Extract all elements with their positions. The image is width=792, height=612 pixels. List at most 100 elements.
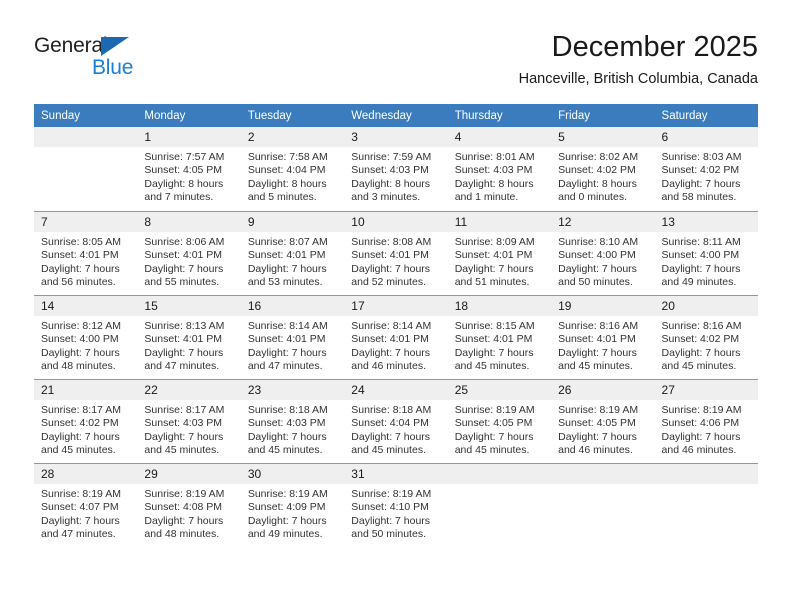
calendar-day[interactable]: 22 Sunrise: 8:17 AM Sunset: 4:03 PM Dayligh…: [137, 379, 241, 463]
daylight-duration-line2: and 45 minutes.: [247, 444, 323, 457]
calendar-cell: [551, 463, 655, 547]
sunrise-time: Sunrise: 8:18 AM: [351, 404, 432, 416]
calendar-day[interactable]: 21 Sunrise: 8:17 AM Sunset: 4:02 PM Dayligh…: [34, 379, 138, 463]
sunrise-time: Sunrise: 7:59 AM: [351, 151, 432, 163]
calendar-day[interactable]: 16 Sunrise: 8:14 AM Sunset: 4:01 PM Dayligh…: [240, 295, 345, 379]
day-sun-info: Sunrise: 8:10 AM Sunset: 4:00 PM Daylight:…: [551, 232, 654, 290]
sunrise-time: Sunrise: 8:01 AM: [454, 151, 535, 163]
day-number: 22: [137, 380, 241, 400]
sunset-time: Sunset: 4:01 PM: [351, 249, 429, 262]
calendar-day[interactable]: 31 Sunrise: 8:19 AM Sunset: 4:10 PM Dayligh…: [344, 463, 448, 547]
daylight-duration-line1: Daylight: 7 hours: [351, 346, 431, 359]
calendar-day[interactable]: 3 Sunrise: 7:59 AM Sunset: 4:03 PM Daylight…: [344, 127, 448, 211]
weekday-header-thursday: Thursday: [447, 104, 552, 127]
daylight-duration-line1: Daylight: 8 hours: [144, 177, 224, 190]
sunset-time: Sunset: 4:03 PM: [144, 417, 223, 430]
daylight-duration-line1: Daylight: 7 hours: [558, 430, 637, 443]
daylight-duration-line2: and 52 minutes.: [351, 276, 426, 289]
calendar-day[interactable]: 4 Sunrise: 8:01 AM Sunset: 4:03 PM Daylight…: [447, 127, 552, 211]
day-number: 23: [240, 380, 345, 400]
day-sun-info: [655, 484, 758, 488]
general-blue-logo[interactable]: General Blue: [34, 34, 214, 92]
calendar-day[interactable]: 27 Sunrise: 8:19 AM Sunset: 4:06 PM Dayligh…: [654, 379, 758, 463]
calendar-day[interactable]: 11 Sunrise: 8:09 AM Sunset: 4:01 PM Dayligh…: [447, 211, 552, 295]
daylight-duration-line2: and 47 minutes.: [247, 360, 323, 373]
calendar-cell: 15 Sunrise: 8:13 AM Sunset: 4:01 PM Dayligh…: [137, 295, 241, 379]
calendar-day[interactable]: 12 Sunrise: 8:10 AM Sunset: 4:00 PM Dayligh…: [551, 211, 655, 295]
day-sun-info: Sunrise: 8:08 AM Sunset: 4:01 PM Daylight:…: [344, 232, 447, 290]
daylight-duration-line2: and 47 minutes.: [144, 360, 220, 373]
day-sun-info: Sunrise: 8:01 AM Sunset: 4:03 PM Daylight:…: [448, 147, 551, 205]
calendar-day[interactable]: 30 Sunrise: 8:19 AM Sunset: 4:09 PM Dayligh…: [240, 463, 345, 547]
calendar-day[interactable]: 19 Sunrise: 8:16 AM Sunset: 4:01 PM Dayligh…: [551, 295, 655, 379]
daylight-duration-line1: Daylight: 7 hours: [144, 430, 224, 443]
daylight-duration-line1: Daylight: 7 hours: [247, 262, 327, 275]
sunrise-time: Sunrise: 8:19 AM: [144, 488, 225, 500]
logo-text-general: General: [34, 34, 108, 57]
calendar-day[interactable]: 8 Sunrise: 8:06 AM Sunset: 4:01 PM Daylight…: [137, 211, 241, 295]
day-number: 14: [34, 296, 138, 316]
weekday-header-wednesday: Wednesday: [344, 104, 448, 127]
calendar-cell: 7 Sunrise: 8:05 AM Sunset: 4:01 PM Daylight…: [34, 211, 138, 295]
daylight-duration-line2: and 3 minutes.: [351, 191, 421, 204]
calendar-day[interactable]: 20 Sunrise: 8:16 AM Sunset: 4:02 PM Dayligh…: [654, 295, 758, 379]
sunset-time: Sunset: 4:07 PM: [41, 501, 119, 514]
calendar-day[interactable]: 9 Sunrise: 8:07 AM Sunset: 4:01 PM Daylight…: [240, 211, 345, 295]
daylight-duration-line2: and 45 minutes.: [351, 444, 426, 457]
calendar-day[interactable]: 13 Sunrise: 8:11 AM Sunset: 4:00 PM Dayligh…: [654, 211, 758, 295]
day-sun-info: Sunrise: 7:58 AM Sunset: 4:04 PM Daylight:…: [241, 147, 344, 205]
daylight-duration-line2: and 46 minutes.: [661, 444, 737, 457]
title-block: December 2025 Hanceville, British Columb…: [519, 30, 758, 88]
weekday-header-saturday: Saturday: [654, 104, 758, 127]
calendar-day[interactable]: 26 Sunrise: 8:19 AM Sunset: 4:05 PM Dayligh…: [551, 379, 655, 463]
day-sun-info: Sunrise: 8:19 AM Sunset: 4:08 PM Daylight:…: [137, 484, 240, 542]
day-number: 29: [137, 464, 241, 484]
sunset-time: Sunset: 4:03 PM: [454, 164, 533, 177]
day-number: 19: [551, 296, 655, 316]
daylight-duration-line2: and 49 minutes.: [661, 276, 737, 289]
daylight-duration-line2: and 48 minutes.: [41, 360, 116, 373]
sunrise-time: Sunrise: 8:11 AM: [661, 236, 741, 248]
day-number: 5: [551, 127, 655, 147]
calendar-day[interactable]: 29 Sunrise: 8:19 AM Sunset: 4:08 PM Dayligh…: [137, 463, 241, 547]
daylight-duration-line2: and 58 minutes.: [661, 191, 737, 204]
daylight-duration-line2: and 50 minutes.: [558, 276, 633, 289]
calendar-day[interactable]: 1 Sunrise: 7:57 AM Sunset: 4:05 PM Daylight…: [137, 127, 241, 211]
calendar-day[interactable]: 17 Sunrise: 8:14 AM Sunset: 4:01 PM Dayligh…: [344, 295, 448, 379]
calendar-day[interactable]: 15 Sunrise: 8:13 AM Sunset: 4:01 PM Dayligh…: [137, 295, 241, 379]
sunset-time: Sunset: 4:01 PM: [454, 333, 533, 346]
daylight-duration-line1: Daylight: 7 hours: [351, 514, 431, 527]
calendar-day[interactable]: 2 Sunrise: 7:58 AM Sunset: 4:04 PM Daylight…: [240, 127, 345, 211]
daylight-duration-line2: and 53 minutes.: [247, 276, 323, 289]
day-number: 31: [344, 464, 448, 484]
calendar-page: General Blue December 2025 Hanceville, B…: [0, 0, 792, 612]
calendar-day[interactable]: 14 Sunrise: 8:12 AM Sunset: 4:00 PM Dayligh…: [34, 295, 138, 379]
day-sun-info: Sunrise: 8:19 AM Sunset: 4:06 PM Daylight:…: [655, 400, 758, 458]
daylight-duration-line2: and 5 minutes.: [247, 191, 317, 204]
day-number: 3: [344, 127, 448, 147]
sunset-time: Sunset: 4:01 PM: [454, 249, 533, 262]
daylight-duration-line1: Daylight: 7 hours: [454, 262, 534, 275]
day-sun-info: [448, 484, 551, 488]
sunrise-time: Sunrise: 8:19 AM: [41, 488, 121, 500]
calendar-day[interactable]: 28 Sunrise: 8:19 AM Sunset: 4:07 PM Dayligh…: [34, 463, 138, 547]
calendar-day[interactable]: 6 Sunrise: 8:03 AM Sunset: 4:02 PM Daylight…: [654, 127, 758, 211]
calendar-cell: [654, 463, 758, 547]
calendar-day[interactable]: 10 Sunrise: 8:08 AM Sunset: 4:01 PM Dayligh…: [344, 211, 448, 295]
sunset-time: Sunset: 4:09 PM: [247, 501, 326, 514]
calendar-cell: 4 Sunrise: 8:01 AM Sunset: 4:03 PM Daylight…: [447, 127, 552, 211]
calendar-day[interactable]: 18 Sunrise: 8:15 AM Sunset: 4:01 PM Dayligh…: [447, 295, 552, 379]
calendar-cell: 3 Sunrise: 7:59 AM Sunset: 4:03 PM Daylight…: [344, 127, 448, 211]
day-number: 1: [137, 127, 241, 147]
calendar-day[interactable]: 23 Sunrise: 8:18 AM Sunset: 4:03 PM Dayligh…: [240, 379, 345, 463]
calendar-day[interactable]: 5 Sunrise: 8:02 AM Sunset: 4:02 PM Daylight…: [551, 127, 655, 211]
day-number: 4: [447, 127, 552, 147]
calendar-day[interactable]: 7 Sunrise: 8:05 AM Sunset: 4:01 PM Daylight…: [34, 211, 138, 295]
calendar-day[interactable]: 25 Sunrise: 8:19 AM Sunset: 4:05 PM Dayligh…: [447, 379, 552, 463]
daylight-duration-line2: and 45 minutes.: [661, 360, 737, 373]
daylight-duration-line2: and 50 minutes.: [351, 528, 426, 541]
calendar-cell: 31 Sunrise: 8:19 AM Sunset: 4:10 PM Dayligh…: [344, 463, 448, 547]
calendar-cell: 23 Sunrise: 8:18 AM Sunset: 4:03 PM Dayligh…: [240, 379, 345, 463]
day-sun-info: [551, 484, 654, 488]
calendar-day[interactable]: 24 Sunrise: 8:18 AM Sunset: 4:04 PM Dayligh…: [344, 379, 448, 463]
